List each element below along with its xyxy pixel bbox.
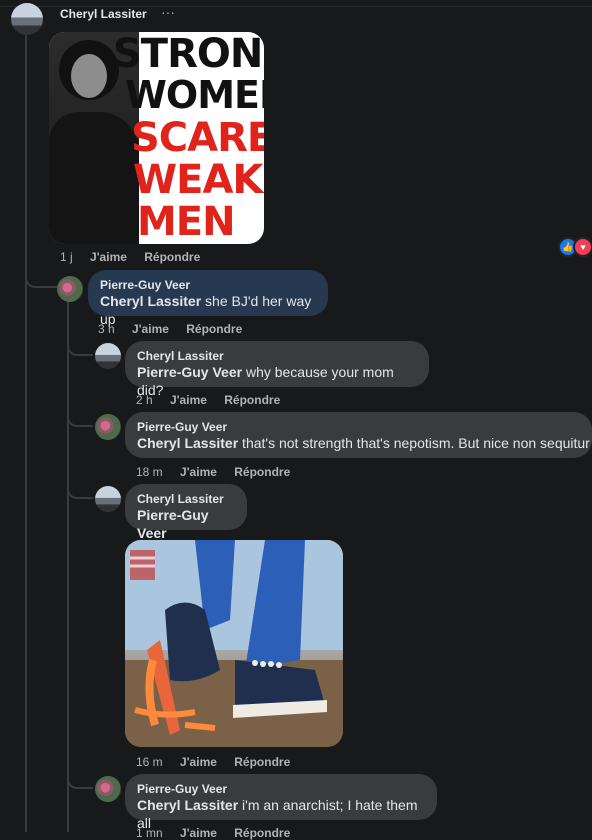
timestamp[interactable]: 16 m (136, 755, 163, 769)
like-button[interactable]: J'aime (180, 465, 217, 479)
poster-line-5: MEN (137, 199, 236, 244)
comment-author[interactable]: Pierre-Guy Veer (137, 420, 580, 435)
comment-author[interactable]: Cheryl Lassiter (137, 349, 417, 364)
comment-bubble: Pierre-Guy Veer Cheryl Lassiter she BJ'd… (88, 270, 328, 327)
sneaker-stomp-illustration (125, 540, 343, 747)
mention-link[interactable]: Pierre-Guy Veer (137, 364, 242, 380)
comment-author[interactable]: Cheryl Lassiter (60, 7, 147, 21)
comment-image[interactable] (125, 540, 343, 747)
timestamp[interactable]: 2 h (136, 393, 153, 407)
reply-button[interactable]: Répondre (234, 465, 290, 479)
reply-button[interactable]: Répondre (144, 250, 200, 264)
love-reaction-icon[interactable]: ♥ (573, 237, 592, 257)
comment-actions: 18 m J'aime Répondre (136, 465, 304, 479)
poster-line-2: WOMEN (125, 73, 264, 117)
comment-bubble: Pierre-Guy Veer Cheryl Lassiter i'm an a… (125, 774, 437, 831)
comment-image[interactable]: STRONG WOMEN SCARE WEAK MEN (49, 32, 264, 244)
reply-button[interactable]: Répondre (234, 755, 290, 769)
avatar[interactable] (57, 276, 83, 302)
poster-line-4: WEAK (133, 157, 263, 203)
avatar[interactable] (95, 414, 121, 440)
avatar[interactable] (95, 486, 121, 512)
comment-actions: 16 m J'aime Répondre (136, 755, 304, 769)
comment-bubble: Pierre-Guy Veer Cheryl Lassiter that's n… (125, 412, 592, 458)
like-button[interactable]: J'aime (180, 826, 217, 840)
mention-link[interactable]: Pierre-Guy Veer (137, 507, 209, 541)
avatar[interactable] (95, 776, 121, 802)
comment-bubble: Cheryl Lassiter Pierre-Guy Veer (125, 484, 247, 541)
like-button[interactable]: J'aime (132, 322, 169, 336)
reply-button[interactable]: Répondre (224, 393, 280, 407)
like-button[interactable]: J'aime (180, 755, 217, 769)
like-button[interactable]: J'aime (170, 393, 207, 407)
comment-actions: 1 j J'aime Répondre (60, 250, 214, 264)
timestamp[interactable]: 1 mn (136, 826, 163, 840)
mention-link[interactable]: Cheryl Lassiter (100, 293, 201, 309)
comment-actions: 2 h J'aime Répondre (136, 393, 294, 407)
reply-button[interactable]: Répondre (186, 322, 242, 336)
timestamp[interactable]: 1 j (60, 250, 73, 264)
poster-line-1: STRONG (113, 32, 264, 77)
comment-author[interactable]: Pierre-Guy Veer (137, 782, 425, 797)
comment-actions: 3 h J'aime Répondre (98, 322, 256, 336)
comment-bubble: Cheryl Lassiter Pierre-Guy Veer why beca… (125, 341, 429, 398)
poster-line-3: SCARE (131, 115, 264, 161)
avatar[interactable] (11, 3, 43, 35)
comment-body: that's not strength that's nepotism. But… (238, 435, 590, 451)
avatar[interactable] (95, 343, 121, 369)
timestamp[interactable]: 18 m (136, 465, 163, 479)
mention-link[interactable]: Cheryl Lassiter (137, 797, 238, 813)
like-button[interactable]: J'aime (90, 250, 127, 264)
more-options-button[interactable]: ··· (161, 4, 175, 20)
comment-author[interactable]: Pierre-Guy Veer (100, 278, 316, 293)
mention-link[interactable]: Cheryl Lassiter (137, 435, 238, 451)
comment-text: Cheryl Lassiter that's not strength that… (137, 435, 590, 451)
comment-actions: 1 mn J'aime Répondre (136, 826, 304, 840)
timestamp[interactable]: 3 h (98, 322, 115, 336)
comment-text: Pierre-Guy Veer (137, 507, 209, 541)
comment-author[interactable]: Cheryl Lassiter (137, 492, 235, 507)
reply-button[interactable]: Répondre (234, 826, 290, 840)
